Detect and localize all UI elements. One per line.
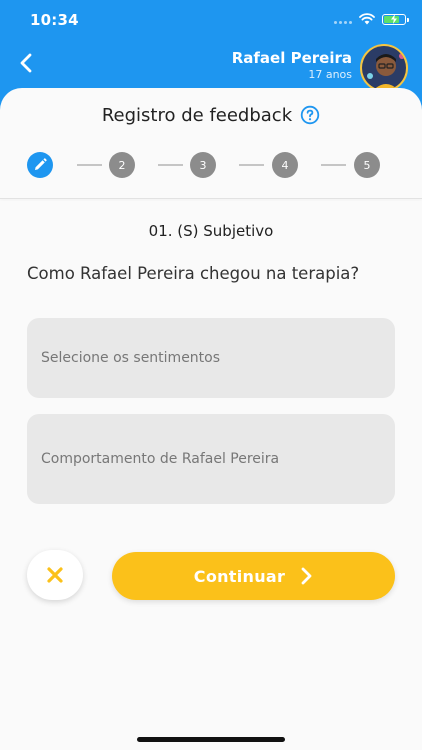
step-3[interactable]: 3 <box>190 152 216 178</box>
continue-label: Continuar <box>193 566 286 586</box>
card-title-row: Registro de feedback <box>0 103 422 127</box>
feelings-select[interactable]: Selecione os sentimentos <box>27 318 395 398</box>
chevron-right-icon <box>301 567 312 585</box>
step-4[interactable]: 4 <box>272 152 298 178</box>
user-name: Rafael Pereira <box>231 49 352 67</box>
divider <box>0 198 422 199</box>
step-1-active[interactable] <box>27 152 53 178</box>
user-age: 17 anos <box>308 68 352 81</box>
chevron-left-icon <box>20 53 32 73</box>
signal-icon <box>334 14 352 24</box>
behavior-placeholder: Comportamento de Rafael Pereira <box>41 451 280 467</box>
app-header: Rafael Pereira 17 anos <box>0 40 422 92</box>
feedback-card: Registro de feedback 2 3 4 5 01. (S) Sub… <box>0 88 422 750</box>
battery-charging-icon <box>382 13 409 25</box>
back-button[interactable] <box>14 50 40 76</box>
status-icons <box>334 13 409 25</box>
step-connector <box>158 164 183 166</box>
step-connector <box>77 164 102 166</box>
step-connector <box>321 164 346 166</box>
step-2[interactable]: 2 <box>109 152 135 178</box>
status-time: 10:34 <box>30 11 79 29</box>
pencil-icon <box>35 158 47 170</box>
question-text: Como Rafael Pereira chegou na terapia? <box>27 264 360 283</box>
stepper: 2 3 4 5 <box>27 152 387 178</box>
continue-button[interactable]: Continuar <box>112 552 395 600</box>
avatar[interactable] <box>360 44 408 92</box>
cancel-button[interactable] <box>27 550 83 600</box>
wifi-icon <box>359 13 375 25</box>
home-indicator <box>137 737 285 742</box>
behavior-field[interactable]: Comportamento de Rafael Pereira <box>27 414 395 504</box>
page-title: Registro de feedback <box>101 104 293 126</box>
step-connector <box>239 164 264 166</box>
status-bar: 10:34 <box>0 0 422 40</box>
feelings-placeholder: Selecione os sentimentos <box>41 350 221 366</box>
step-5[interactable]: 5 <box>354 152 380 178</box>
help-circle-icon[interactable] <box>300 105 320 125</box>
section-title: 01. (S) Subjetivo <box>148 222 274 240</box>
close-icon <box>47 567 63 583</box>
